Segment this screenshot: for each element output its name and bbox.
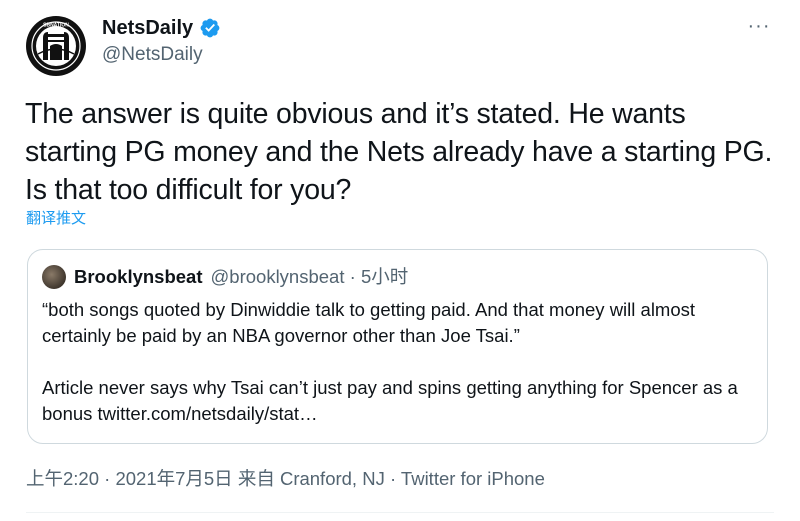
tweet-metadata: 上午2:20 · 2021年7月5日 来自 Cranford, NJ · Twi…	[26, 468, 545, 489]
quoted-paragraph-1: “both songs quoted by Dinwiddie talk to …	[42, 299, 696, 346]
quoted-tweet-header: Brooklynsbeat @brooklynsbeat · 5小时	[42, 265, 408, 289]
author-handle[interactable]: @NetsDaily	[102, 43, 203, 67]
netsdaily-avatar[interactable]: SBNATION	[26, 16, 86, 76]
more-options-icon[interactable]: ···	[745, 14, 773, 38]
author-display-name[interactable]: NetsDaily	[102, 16, 193, 40]
divider	[26, 512, 774, 513]
tweet-text: The answer is quite obvious and it’s sta…	[25, 98, 773, 206]
quoted-tweet-text: “both songs quoted by Dinwiddie talk to …	[42, 297, 757, 427]
svg-text:SBNATION: SBNATION	[43, 23, 69, 29]
author-name-row: NetsDaily	[102, 16, 221, 40]
quoted-paragraph-2: Article never says why Tsai can’t just p…	[42, 377, 738, 424]
translate-tweet-link[interactable]: 翻译推文	[26, 209, 86, 229]
quoted-tweet-card[interactable]: Brooklynsbeat @brooklynsbeat · 5小时 “both…	[27, 249, 768, 444]
verified-badge-icon	[200, 18, 220, 38]
quoted-author-name: Brooklynsbeat	[74, 266, 203, 287]
brooklyn-bridge-logo-icon: SBNATION	[27, 17, 85, 75]
brooklynsbeat-avatar	[42, 265, 66, 289]
tweet: SBNATION NetsDaily @NetsDaily ··· The an…	[0, 0, 800, 521]
quoted-author-handle: @brooklynsbeat · 5小时	[210, 266, 409, 287]
